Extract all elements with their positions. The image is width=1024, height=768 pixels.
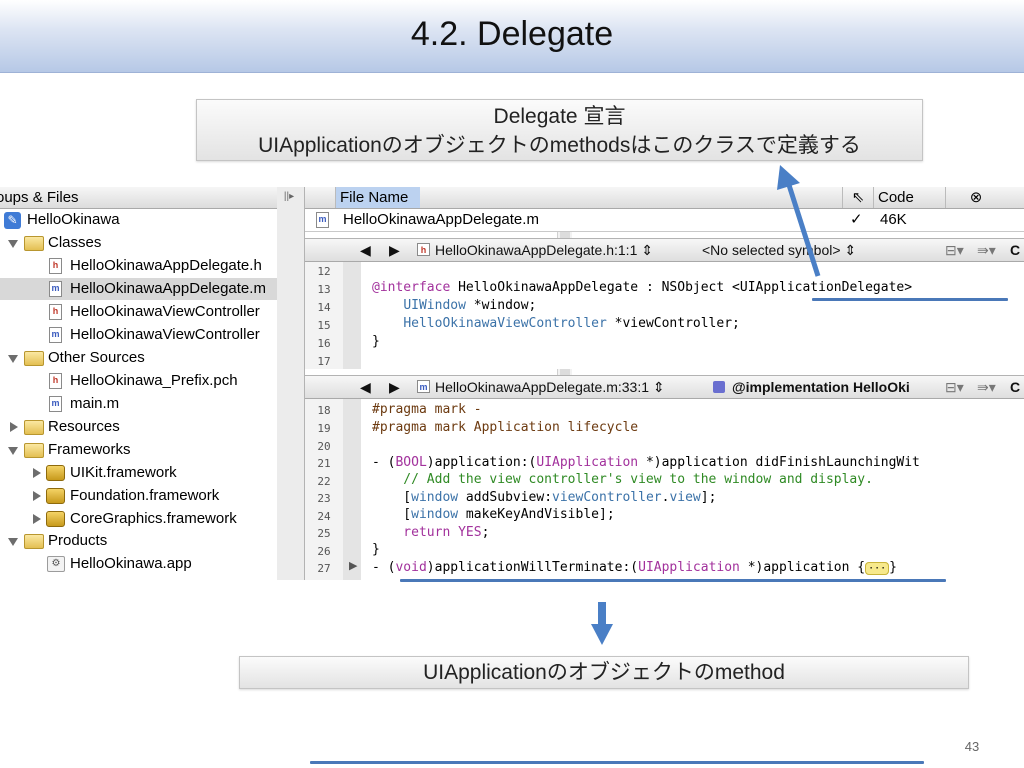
delegate-protocol-underline (812, 298, 1008, 301)
arrow-up-icon (777, 165, 821, 277)
arrow-down-icon (591, 602, 613, 645)
page-number: 43 (964, 739, 980, 754)
method-callout: UIApplicationのオブジェクトのmethod (239, 656, 969, 689)
annotation-overlay (591, 165, 821, 645)
footer-divider (310, 761, 924, 764)
method-underline (400, 579, 946, 582)
